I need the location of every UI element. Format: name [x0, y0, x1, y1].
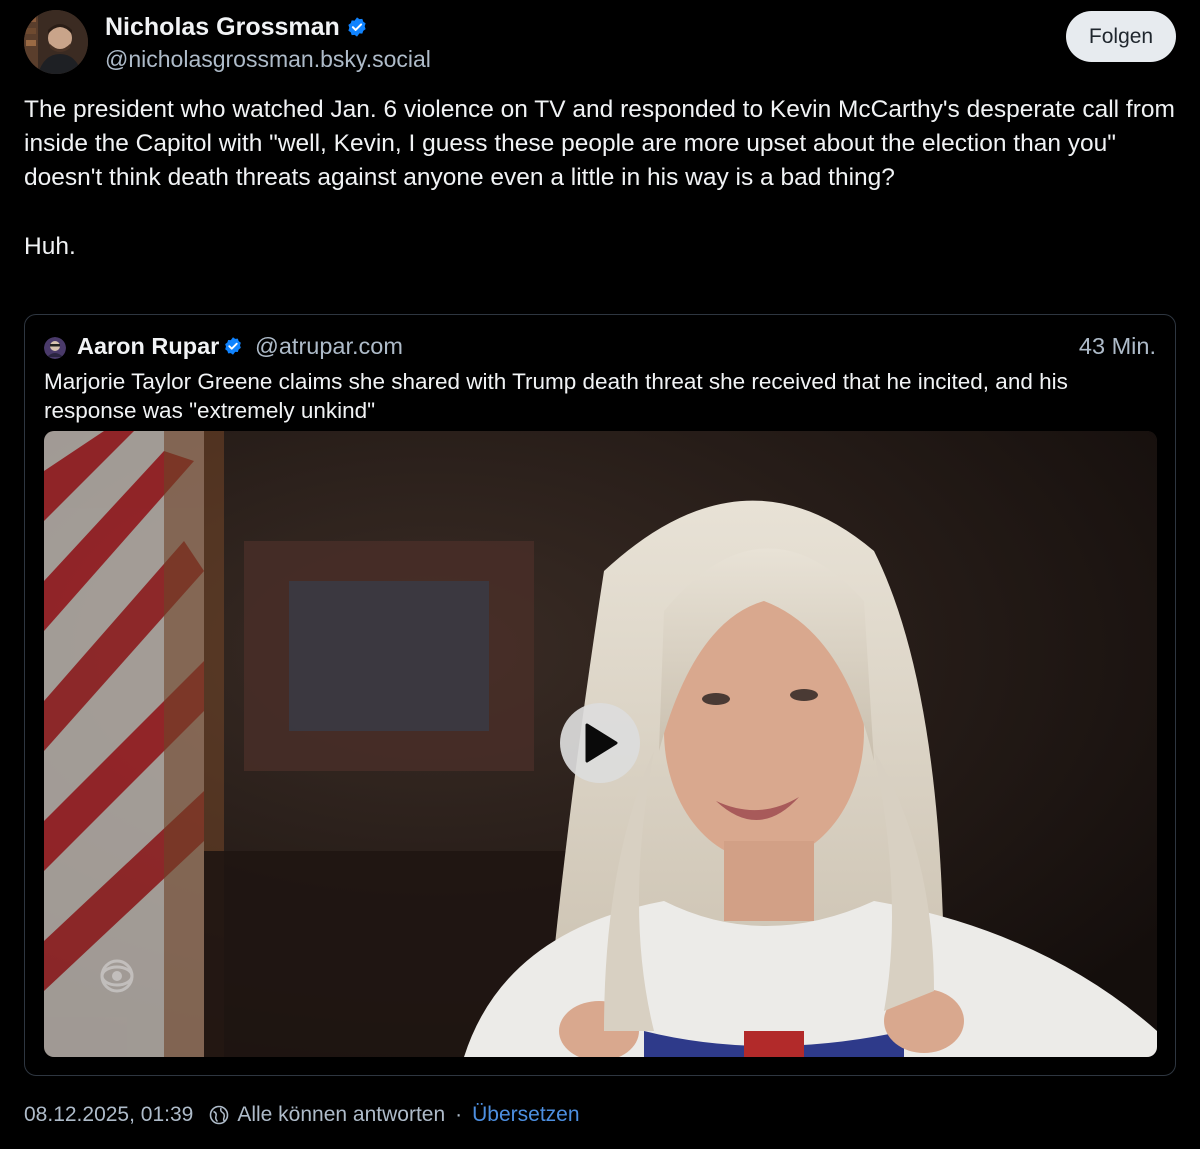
quote-author-name[interactable]: Aaron Rupar: [77, 333, 243, 360]
verified-badge-icon: [225, 337, 242, 355]
reply-setting[interactable]: Alle können antworten: [237, 1103, 445, 1127]
quote-author-handle[interactable]: @atrupar.com: [255, 333, 403, 360]
quoted-post[interactable]: Aaron Rupar @atrupar.com 43 Min. Marjori…: [24, 314, 1176, 1076]
quote-author-avatar[interactable]: [44, 337, 66, 359]
video-player[interactable]: [44, 431, 1157, 1057]
quote-author-name-text[interactable]: Aaron Rupar: [77, 333, 219, 359]
verified-badge-icon: [348, 17, 366, 37]
post-timestamp[interactable]: 08.12.2025, 01:39: [24, 1103, 193, 1127]
cbs-eye-icon: [100, 959, 134, 993]
translate-link[interactable]: Übersetzen: [472, 1103, 579, 1127]
author-name-text[interactable]: Nicholas Grossman: [105, 13, 340, 41]
quote-timestamp[interactable]: 43 Min.: [1079, 333, 1156, 360]
post-text: The president who watched Jan. 6 violenc…: [24, 93, 1184, 264]
follow-button[interactable]: Folgen: [1066, 11, 1176, 62]
author-display-name[interactable]: Nicholas Grossman: [105, 13, 368, 42]
play-icon: [585, 723, 618, 763]
post-paragraph: The president who watched Jan. 6 violenc…: [24, 96, 1175, 192]
author-avatar[interactable]: [24, 10, 88, 74]
author-handle[interactable]: @nicholasgrossman.bsky.social: [105, 46, 431, 73]
post-footer: 08.12.2025, 01:39 Alle können antworten …: [24, 1103, 580, 1127]
post-paragraph: Huh.: [24, 232, 76, 260]
quote-text: Marjorie Taylor Greene claims she shared…: [44, 369, 1068, 423]
play-button[interactable]: [560, 703, 640, 783]
post: Nicholas Grossman @nicholasgrossman.bsky…: [0, 0, 1200, 1149]
separator-dot: ·: [455, 1103, 463, 1126]
globe-icon: [210, 1105, 229, 1125]
